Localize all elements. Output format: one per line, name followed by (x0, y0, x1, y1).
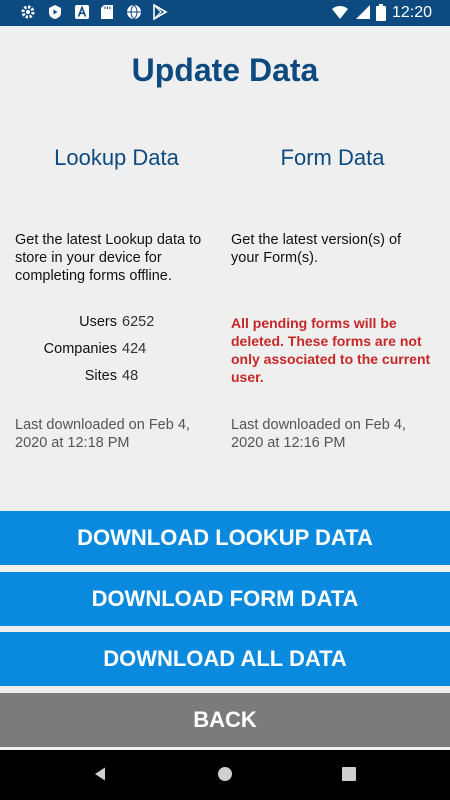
font-a-icon (74, 4, 90, 25)
stat-value: 424 (122, 341, 147, 357)
form-description: Get the latest version(s) of your Form(s… (231, 232, 402, 266)
back-button[interactable]: BACK (0, 693, 450, 747)
shield-play-icon (47, 4, 63, 25)
status-time: 12:20 (391, 4, 432, 21)
download-lookup-button[interactable]: DOWNLOAD LOOKUP DATA (0, 511, 450, 565)
lookup-last-downloaded: Last downloaded on Feb 4, 2020 at 12:18 … (15, 417, 190, 451)
stat-users: Users 6252 (0, 314, 225, 334)
lookup-heading: Lookup Data (54, 145, 179, 170)
download-form-button[interactable]: DOWNLOAD FORM DATA (0, 572, 450, 626)
stat-label: Companies (43, 341, 117, 357)
status-bar: 12:20 (0, 0, 450, 26)
form-last-downloaded: Last downloaded on Feb 4, 2020 at 12:16 … (231, 417, 406, 451)
sd-card-icon (100, 4, 114, 25)
form-heading: Form Data (280, 145, 385, 170)
gear-icon (20, 4, 36, 25)
battery-icon (376, 4, 386, 26)
download-all-button[interactable]: DOWNLOAD ALL DATA (0, 632, 450, 686)
signal-icon (355, 4, 371, 25)
page-title: Update Data (131, 52, 319, 88)
nav-home-icon[interactable] (217, 766, 233, 787)
lookup-description: Get the latest Lookup data to store in y… (15, 232, 202, 284)
stat-companies: Companies 424 (0, 341, 225, 361)
form-warning: All pending forms will be deleted. These… (231, 315, 431, 385)
navigation-bar (0, 750, 450, 800)
globe-icon (126, 4, 142, 25)
nav-recents-icon[interactable] (342, 766, 356, 786)
stat-label: Sites (84, 368, 117, 384)
stat-label: Users (79, 314, 117, 330)
stat-value: 6252 (122, 314, 155, 330)
wifi-icon (331, 4, 349, 25)
stat-sites: Sites 48 (0, 368, 225, 388)
play-store-icon (152, 3, 168, 25)
nav-back-icon[interactable] (92, 766, 108, 787)
stat-value: 48 (122, 368, 139, 384)
